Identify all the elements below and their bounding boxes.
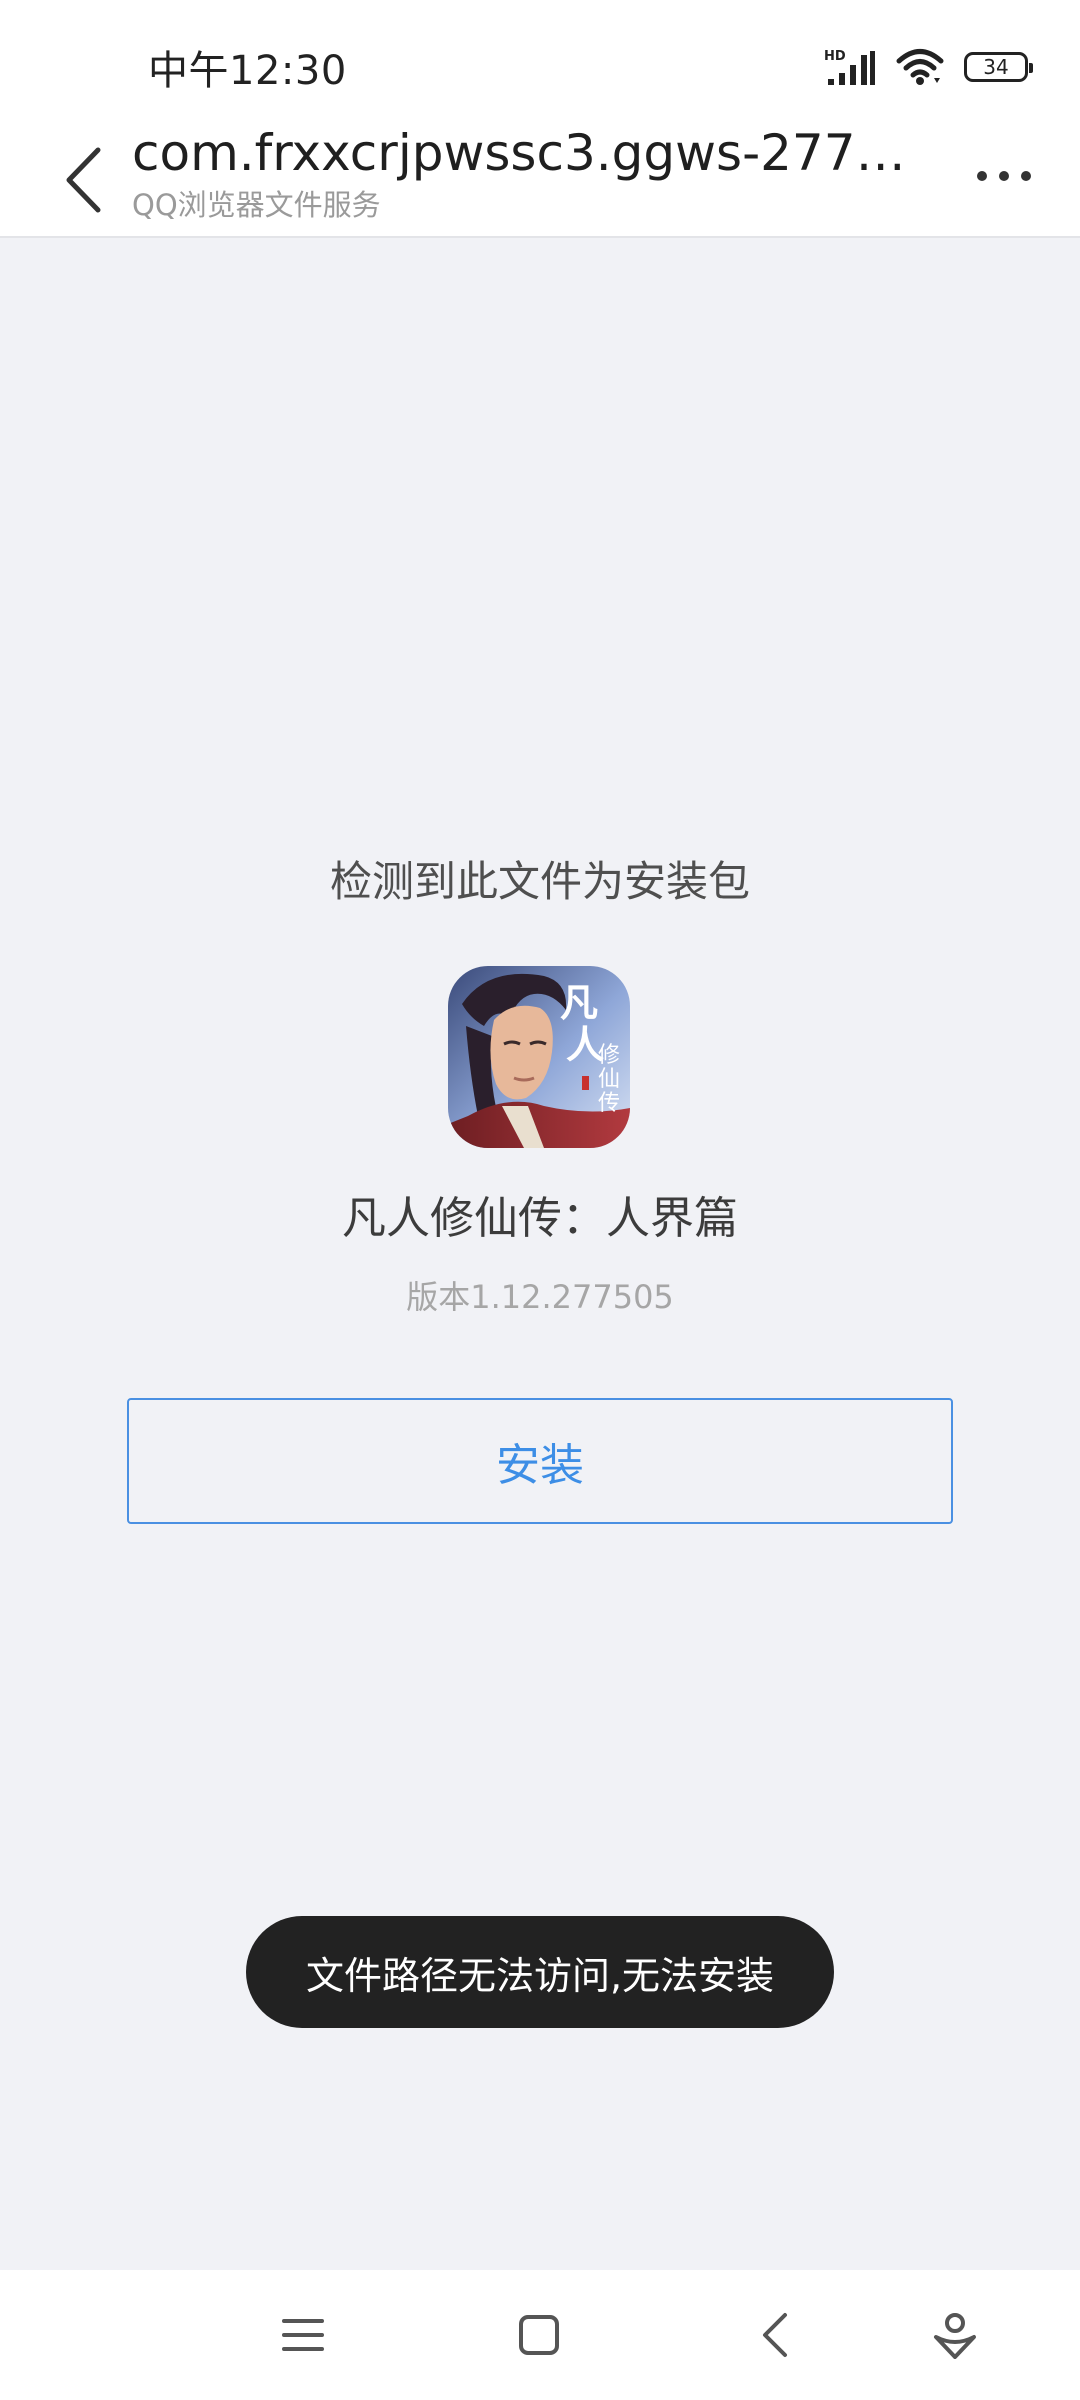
nav-back-button[interactable] — [730, 2290, 820, 2380]
status-bar: 中午12:30 HD 34 — [0, 0, 1080, 110]
install-button[interactable]: 安装 — [127, 1398, 953, 1524]
page-subtitle: QQ浏览器文件服务 — [132, 188, 381, 222]
battery-icon: 34 — [964, 52, 1033, 82]
nav-menu-button[interactable] — [258, 2290, 348, 2380]
app-version: 版本1.12.277505 — [406, 1278, 674, 1316]
detect-title: 检测到此文件为安装包 — [329, 857, 750, 906]
app-name: 凡人修仙传：人界篇 — [342, 1193, 738, 1244]
toast-message: 文件路径无法访问,无法安装 — [246, 1916, 834, 2028]
back-arrow-icon — [66, 147, 101, 213]
status-time: 中午12:30 — [148, 48, 347, 94]
back-button[interactable] — [44, 130, 124, 230]
more-dots-icon — [977, 171, 1031, 181]
home-square-icon — [519, 2315, 559, 2355]
hd-signal-icon: HD — [824, 49, 875, 85]
page-title: com.frxxcrjpwssc3.ggws-277505… — [132, 124, 922, 182]
app-icon: 凡 人 修 仙 传 — [448, 966, 630, 1148]
back-chevron-icon — [763, 2313, 787, 2357]
status-icons: HD 34 — [824, 44, 1033, 90]
battery-level: 34 — [983, 55, 1009, 79]
navigation-bar — [0, 2270, 1080, 2400]
menu-icon — [282, 2319, 324, 2351]
network-label: HD — [824, 49, 846, 64]
nav-home-button[interactable] — [494, 2290, 584, 2380]
nav-assistant-button[interactable] — [910, 2290, 1000, 2380]
more-options-button[interactable] — [964, 146, 1044, 206]
title-bar: com.frxxcrjpwssc3.ggws-277505… QQ浏览器文件服务 — [0, 110, 1080, 238]
assistant-icon — [934, 2313, 976, 2359]
wifi-icon — [896, 49, 944, 85]
